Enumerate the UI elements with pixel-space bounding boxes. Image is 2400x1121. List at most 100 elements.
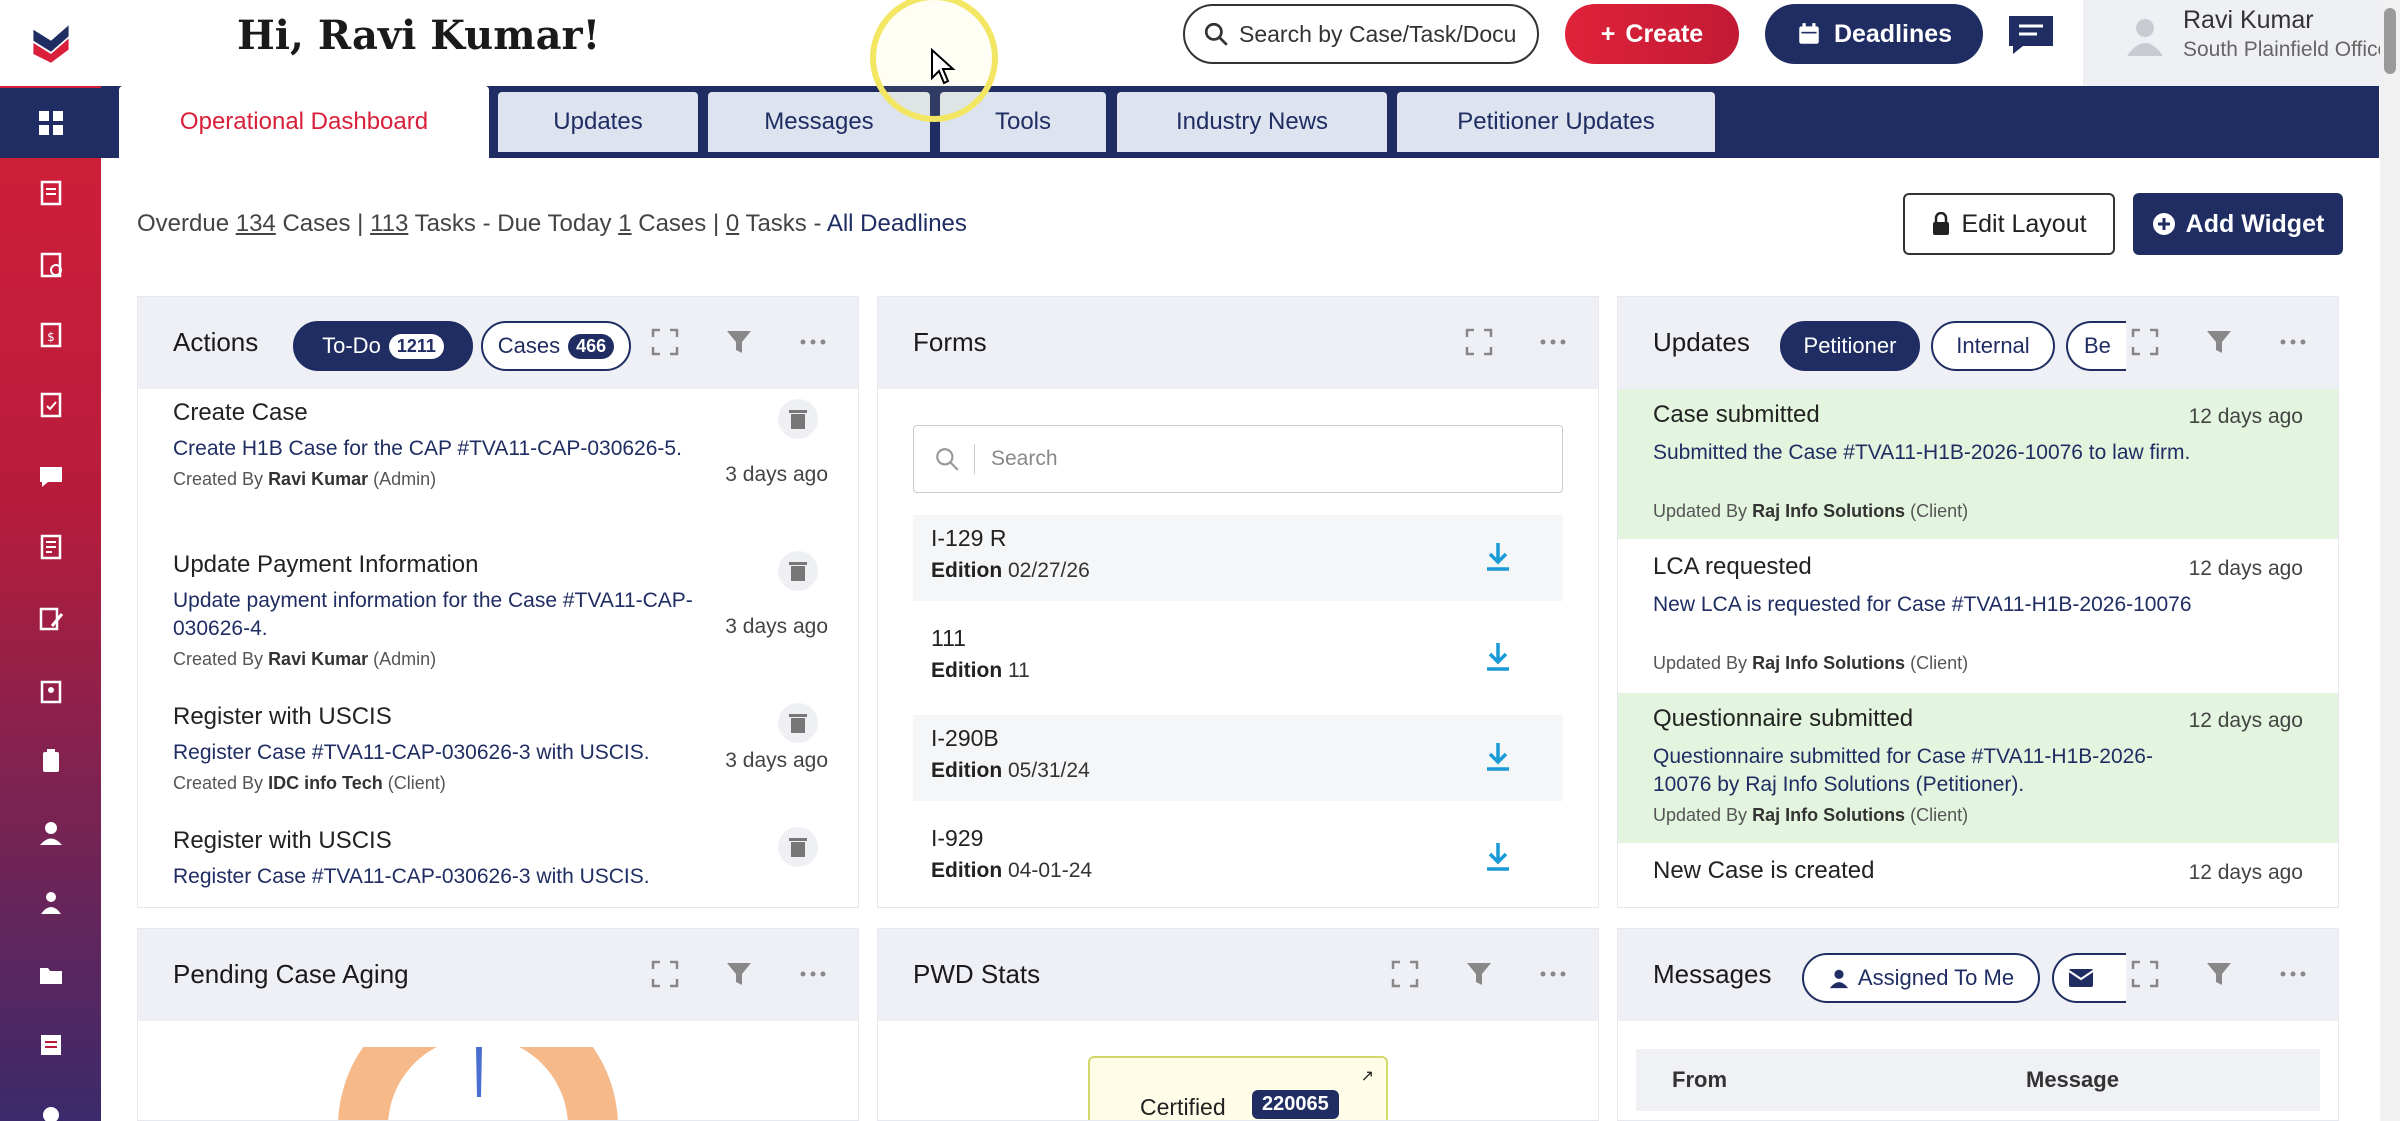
update-desc[interactable]: Questionnaire submitted for Case #TVA11-… [1653,743,2193,799]
list-item[interactable]: New Case is created 12 days ago [1618,845,2338,907]
internal-filter-pill[interactable]: Internal [1931,321,2055,371]
todo-filter-pill[interactable]: To-Do 1211 [293,321,473,371]
delete-button[interactable] [778,703,818,743]
tab-industry-news[interactable]: Industry News [1117,92,1387,152]
nav-more-icon[interactable] [0,1080,101,1121]
expand-icon[interactable] [650,959,680,989]
due-cases-link[interactable]: 1 [618,210,631,237]
page-scrollbar[interactable] [2380,0,2400,1121]
expand-icon[interactable] [2130,959,2160,989]
chat-icon[interactable] [2007,14,2055,56]
filter-icon[interactable] [724,959,754,989]
expand-icon[interactable] [650,327,680,357]
delete-button[interactable] [778,827,818,867]
nav-user-icon[interactable] [0,798,101,868]
assigned-to-me-pill[interactable]: Assigned To Me [1802,953,2040,1003]
action-title: Register with USCIS [173,827,392,854]
nav-folder-icon[interactable] [0,940,101,1010]
list-item[interactable]: Case submitted Submitted the Case #TVA11… [1618,389,2338,539]
overdue-cases-link[interactable]: 134 [236,210,276,237]
global-search-button[interactable]: Search by Case/Task/Docu [1183,4,1539,64]
nav-clipboard-icon[interactable] [0,726,101,796]
download-icon[interactable] [1483,541,1513,573]
nav-edit-icon[interactable] [0,584,101,654]
aging-donut-chart[interactable] [328,1047,628,1121]
list-item[interactable]: Questionnaire submitted Questionnaire su… [1618,693,2338,843]
more-icon[interactable] [1538,959,1568,989]
message-filter-pill[interactable] [2052,953,2126,1003]
list-item[interactable]: Create Case Create H1B Case for the CAP … [173,399,828,490]
nav-dashboard-icon[interactable] [0,88,101,158]
due-tasks-link[interactable]: 0 [726,210,739,237]
add-widget-button[interactable]: Add Widget [2133,193,2343,255]
user-menu[interactable]: Ravi Kumar South Plainfield Office [2083,0,2400,86]
action-desc[interactable]: Register Case #TVA11-CAP-030626-3 with U… [173,863,733,891]
nav-tasks-icon[interactable] [0,230,101,300]
list-item[interactable]: I-290B Edition 05/31/24 [913,715,1563,801]
list-item[interactable]: Update Payment Information Update paymen… [173,551,828,670]
list-item[interactable]: 111 Edition 11 [913,615,1563,701]
action-desc[interactable]: Update payment information for the Case … [173,587,733,643]
download-icon[interactable] [1483,841,1513,873]
nav-cases-icon[interactable] [0,158,101,228]
list-item[interactable]: Register with USCIS Register Case #TVA11… [173,703,828,794]
nav-contacts-icon[interactable] [0,656,101,726]
external-link-icon[interactable]: ↗ [1361,1066,1374,1086]
tab-petitioner-updates[interactable]: Petitioner Updates [1397,92,1715,152]
delete-button[interactable] [778,551,818,591]
download-icon[interactable] [1483,741,1513,773]
nav-documents-icon[interactable] [0,370,101,440]
download-icon[interactable] [1483,641,1513,673]
action-title: Register with USCIS [173,703,392,730]
scrollbar-thumb[interactable] [2384,8,2396,74]
widget-header: Actions To-Do 1211 Cases 466 [138,297,858,389]
widget-header: Messages Assigned To Me [1618,929,2338,1021]
widget-header: Pending Case Aging [138,929,858,1021]
action-desc[interactable]: Create H1B Case for the CAP #TVA11-CAP-0… [173,435,733,463]
action-created-by: Created By IDC info Tech (Client) [173,773,828,794]
edit-layout-button[interactable]: Edit Layout [1903,193,2115,255]
nav-chat-icon[interactable] [0,442,101,512]
tab-operational-dashboard[interactable]: Operational Dashboard [119,86,489,158]
create-button[interactable]: + Create [1565,4,1739,64]
third-filter-pill[interactable]: Be [2066,321,2126,371]
list-item[interactable]: LCA requested New LCA is requested for C… [1618,541,2338,691]
filter-icon[interactable] [1464,959,1494,989]
filter-icon[interactable] [2204,959,2234,989]
filter-icon[interactable] [724,327,754,357]
all-deadlines-link[interactable]: All Deadlines [827,210,967,237]
form-edition: Edition 05/31/24 [931,759,1090,783]
cases-filter-pill[interactable]: Cases 466 [481,321,631,371]
svg-text:$: $ [47,330,55,344]
certified-stat-card[interactable]: ↗ Certified 220065 [1088,1056,1388,1120]
action-desc[interactable]: Register Case #TVA11-CAP-030626-3 with U… [173,739,733,767]
update-desc[interactable]: Submitted the Case #TVA11-H1B-2026-10076… [1653,439,2193,467]
more-icon[interactable] [2278,959,2308,989]
forms-search-input[interactable]: Search [913,425,1563,493]
more-icon[interactable] [1538,327,1568,357]
expand-icon[interactable] [2130,327,2160,357]
more-icon[interactable] [798,959,828,989]
list-item[interactable]: I-929 Edition 04-01-24 [913,815,1563,901]
tab-updates[interactable]: Updates [498,92,698,152]
expand-icon[interactable] [1464,327,1494,357]
nav-users-icon[interactable] [0,868,101,938]
update-desc[interactable]: New LCA is requested for Case #TVA11-H1B… [1653,591,2193,619]
more-icon[interactable] [2278,327,2308,357]
created-by-role: (Client) [387,773,446,793]
filter-icon[interactable] [2204,327,2234,357]
expand-icon[interactable] [1390,959,1420,989]
list-item[interactable]: Register with USCIS Register Case #TVA11… [173,827,828,891]
aging-donut-segment-small[interactable] [476,1047,482,1097]
delete-button[interactable] [778,399,818,439]
nav-billing-icon[interactable]: $ [0,300,101,370]
petitioner-filter-pill[interactable]: Petitioner [1780,321,1920,371]
nav-reports-icon[interactable] [0,512,101,582]
overdue-tasks-link[interactable]: 113 [370,210,408,237]
list-item[interactable]: I-129 R Edition 02/27/26 [913,515,1563,601]
nav-notes-icon[interactable] [0,1010,101,1080]
form-name: 111 [931,625,966,651]
more-icon[interactable] [798,327,828,357]
deadlines-button[interactable]: Deadlines [1765,4,1983,64]
app-logo[interactable] [0,0,101,86]
